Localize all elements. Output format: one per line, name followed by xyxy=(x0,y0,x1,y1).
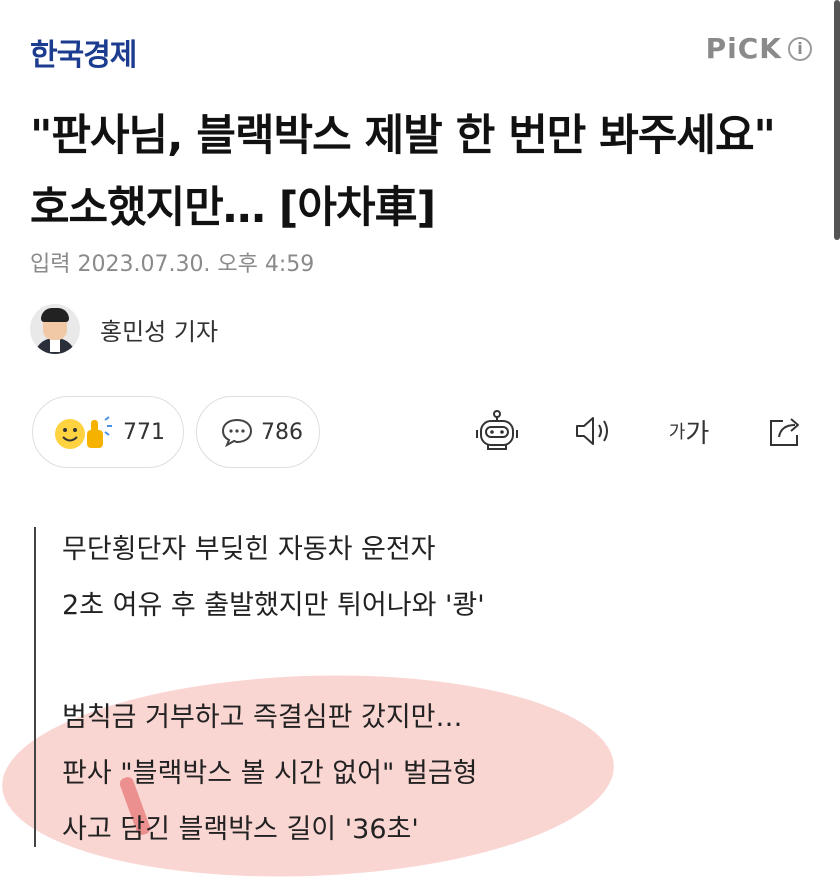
article-datetime: 입력 2023.07.30. 오후 4:59 xyxy=(30,252,315,277)
scrollbar[interactable] xyxy=(834,0,840,240)
summary-line: 무단횡단자 부딪힌 자동차 운전자 xyxy=(62,534,436,565)
share-button[interactable] xyxy=(762,406,808,456)
reporter-name[interactable]: 홍민성 기자 xyxy=(100,312,218,347)
press-logo[interactable]: 한국경제 xyxy=(30,30,137,74)
pick-badge[interactable]: PiCK i xyxy=(706,32,812,65)
comment-count: 786 xyxy=(261,419,303,445)
tts-button[interactable] xyxy=(570,406,616,456)
reporter-info[interactable]: 홍민성 기자 xyxy=(30,304,218,354)
avatar[interactable] xyxy=(30,304,80,354)
info-icon[interactable]: i xyxy=(788,36,812,61)
font-size-large-label: 가 xyxy=(685,418,710,449)
robot-icon xyxy=(476,410,518,450)
smile-thumbs-up-icon xyxy=(55,416,112,449)
article-header: 한국경제 PiCK i xyxy=(30,28,812,74)
article-summary: 무단횡단자 부딪힌 자동차 운전자 2초 여유 후 출발했지만 튀어나와 '쾅'… xyxy=(34,527,796,847)
share-icon xyxy=(770,418,799,446)
pick-label: PiCK xyxy=(705,32,782,65)
summary-line: 범칙금 거부하고 즉결심판 갔지만… xyxy=(62,702,463,733)
summary-line: 2초 여유 후 출발했지만 튀어나와 '쾅' xyxy=(62,590,485,621)
reaction-button[interactable]: 771 xyxy=(32,396,184,468)
speaker-icon xyxy=(576,417,608,445)
summary-line: 판사 "블랙박스 볼 시간 없어" 벌금형 xyxy=(62,758,478,789)
summary-bot-button[interactable] xyxy=(474,406,520,456)
speech-bubble-icon xyxy=(221,418,253,447)
article-tools: 가가 xyxy=(474,406,808,456)
reaction-count: 771 xyxy=(123,419,165,445)
font-size-button[interactable]: 가가 xyxy=(666,406,712,456)
summary-line: 사고 담긴 블랙박스 길이 '36초' xyxy=(62,814,419,845)
font-size-small-label: 가 xyxy=(668,422,686,443)
comment-button[interactable]: 786 xyxy=(196,396,320,468)
article-actions: 771 786 가 가 xyxy=(32,396,822,470)
article-title: "판사님, 블랙박스 제발 한 번만 봐주세요" 호소했지만… [아차車] xyxy=(30,111,776,233)
